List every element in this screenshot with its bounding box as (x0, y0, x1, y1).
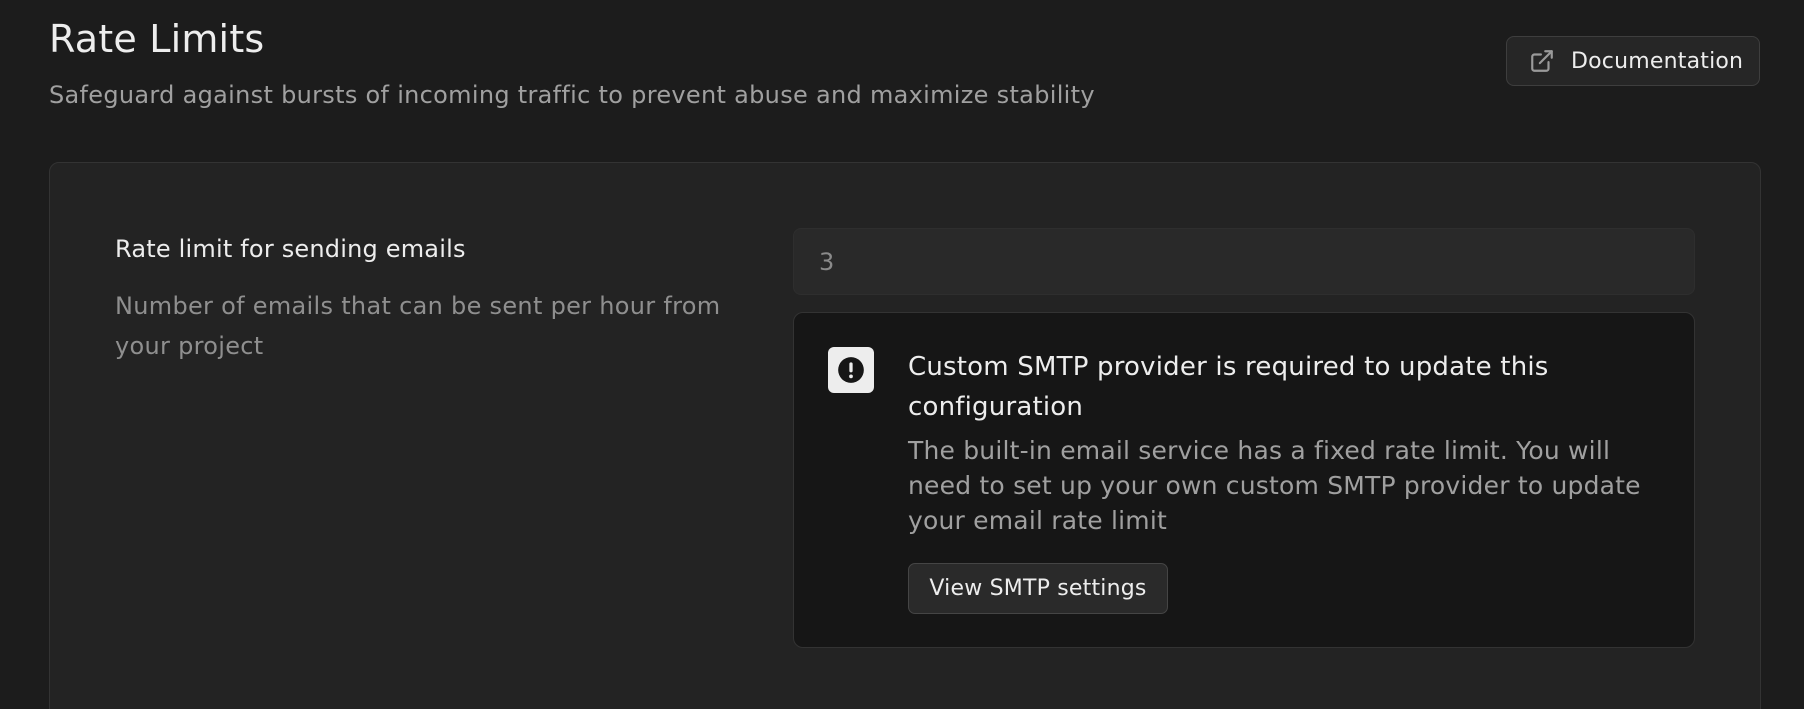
alert-body: The built-in email service has a fixed r… (908, 436, 1641, 535)
external-link-icon (1529, 48, 1555, 74)
page-title: Rate Limits (49, 17, 265, 61)
documentation-button[interactable]: Documentation (1506, 36, 1760, 86)
documentation-label: Documentation (1571, 48, 1744, 74)
page-subtitle: Safeguard against bursts of incoming tra… (49, 81, 1095, 109)
email-rate-limit-input[interactable] (793, 228, 1695, 295)
setting-description: Number of emails that can be sent per ho… (115, 292, 721, 360)
smtp-required-alert: Custom SMTP provider is required to upda… (793, 312, 1695, 648)
exclamation-circle-icon (828, 347, 874, 393)
view-smtp-settings-button[interactable]: View SMTP settings (908, 563, 1168, 614)
alert-title: Custom SMTP provider is required to upda… (908, 352, 1549, 422)
setting-label: Rate limit for sending emails (115, 235, 466, 263)
rate-limits-page: Rate Limits Safeguard against bursts of … (0, 0, 1804, 709)
